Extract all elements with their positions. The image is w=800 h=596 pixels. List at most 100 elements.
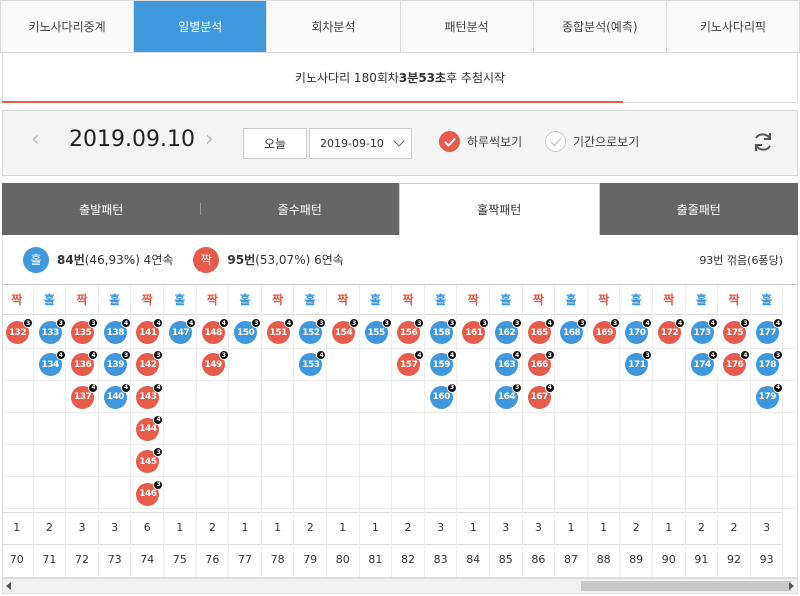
- round-ball[interactable]: 165 4: [527, 318, 555, 344]
- round-ball[interactable]: 147 4: [169, 318, 196, 344]
- round-number: 164: [497, 392, 516, 403]
- streak-count: 3: [750, 512, 783, 542]
- round-ball[interactable]: 144 4: [136, 414, 164, 441]
- column-header: 홀: [490, 285, 522, 315]
- line-count-badge: 3: [153, 479, 164, 490]
- today-button[interactable]: 오늘: [243, 128, 307, 159]
- round-ball[interactable]: 136 4: [71, 350, 99, 377]
- round-number: 162: [497, 327, 516, 338]
- round-ball[interactable]: 149 3: [201, 350, 229, 377]
- pattern-column: 홀 168 3 1 87: [555, 285, 588, 577]
- round-ball[interactable]: 135 3: [71, 318, 99, 344]
- round-number: 133: [41, 327, 59, 338]
- pattern-tab-3[interactable]: 출줄패턴: [600, 183, 799, 235]
- pattern-tab-2[interactable]: 홀짝패턴: [399, 183, 600, 235]
- period-view-option[interactable]: 기간으로보기: [545, 131, 639, 152]
- round-ball[interactable]: 162 3: [495, 318, 522, 344]
- round-ball[interactable]: 143 4: [136, 382, 164, 409]
- round-ball[interactable]: 176 4: [723, 350, 751, 377]
- round-ball[interactable]: 178 3: [755, 350, 783, 377]
- round-ball[interactable]: 132 3: [6, 318, 33, 344]
- round-ball[interactable]: 141 4: [136, 318, 164, 344]
- nav-tab-4[interactable]: 종합분석(예측): [534, 1, 667, 52]
- round-ball[interactable]: 138 4: [103, 318, 131, 344]
- period-view-label: 기간으로보기: [573, 135, 640, 149]
- pattern-column: 짝 132 3 1 70: [3, 285, 34, 577]
- odd-even-summary: 홀 84번 (46,93%) 4연속 짝 95번 (53,07%) 6연속 93…: [2, 235, 798, 284]
- pattern-tab-label: 출발패턴: [79, 202, 124, 217]
- round-ball[interactable]: 137 4: [71, 382, 99, 409]
- round-ball[interactable]: 155 3: [364, 318, 392, 344]
- round-ball[interactable]: 168 3: [560, 318, 588, 344]
- round-ball[interactable]: 171 3: [625, 350, 653, 377]
- round-ball[interactable]: 154 3: [332, 318, 359, 344]
- round-ball[interactable]: 174 4: [690, 350, 718, 377]
- date-select[interactable]: 2019-09-10: [309, 128, 412, 159]
- next-date-arrow-icon[interactable]: ›: [205, 129, 214, 151]
- round-ball[interactable]: 140 4: [103, 382, 131, 409]
- round-ball[interactable]: 150 3: [234, 318, 262, 344]
- round-ball[interactable]: 156 3: [397, 318, 425, 344]
- round-ball[interactable]: 170 4: [625, 318, 653, 344]
- round-ball[interactable]: 142 3: [136, 350, 164, 377]
- line-count-badge: 3: [120, 350, 131, 361]
- line-count-badge: 4: [283, 318, 294, 328]
- round-ball[interactable]: 177 4: [755, 318, 783, 344]
- column-index: 86: [522, 544, 555, 574]
- line-count-badge: 4: [512, 350, 522, 361]
- round-number: 148: [204, 327, 222, 338]
- daily-view-option[interactable]: 하루씩보기: [439, 131, 522, 152]
- round-ball[interactable]: 175 3: [723, 318, 751, 344]
- round-ball[interactable]: 173 4: [690, 318, 718, 344]
- round-ball[interactable]: 164 3: [495, 382, 522, 409]
- round-ball[interactable]: 166 3: [527, 350, 555, 377]
- round-ball[interactable]: 153 4: [299, 350, 327, 377]
- nav-tab-5[interactable]: 키노사다리픽: [667, 1, 799, 52]
- round-ball[interactable]: 163 4: [495, 350, 522, 377]
- round-ball[interactable]: 167 4: [527, 382, 555, 409]
- scroll-right-icon[interactable]: [789, 582, 794, 590]
- round-ball[interactable]: 146 3: [136, 479, 164, 506]
- countdown-progress-bar: [2, 101, 623, 103]
- odd-even-pattern-grid[interactable]: 짝 132 3 1 70 홀 133 3 134 4 2 71 짝 135 3 136 4 137 4 3 72 홀 138…: [2, 284, 798, 578]
- current-date: 2019.09.10: [69, 127, 195, 152]
- chevron-down-icon: [393, 135, 405, 147]
- round-ball[interactable]: 172 4: [658, 318, 685, 344]
- round-number: 174: [693, 359, 711, 370]
- column-header: 홀: [98, 285, 131, 315]
- nav-tab-1[interactable]: 일별분석: [134, 1, 268, 52]
- pattern-column: 짝 156 3 157 4 2 82: [392, 285, 425, 577]
- even-count: 95번: [227, 253, 256, 267]
- scrollbar-thumb[interactable]: [581, 581, 791, 591]
- refresh-icon[interactable]: [751, 130, 775, 154]
- round-ball[interactable]: 133 3: [38, 318, 66, 344]
- notice-seconds: 53초: [418, 71, 447, 85]
- round-ball[interactable]: 169 3: [592, 318, 620, 344]
- round-ball[interactable]: 152 3: [299, 318, 327, 344]
- round-ball[interactable]: 161 3: [462, 318, 490, 344]
- round-ball[interactable]: 145 3: [136, 447, 164, 474]
- round-ball[interactable]: 158 3: [429, 318, 457, 344]
- round-ball[interactable]: 159 4: [429, 350, 457, 377]
- pattern-tab-1[interactable]: 줄수패턴: [201, 183, 400, 235]
- round-ball[interactable]: 157 4: [397, 350, 425, 377]
- pattern-tab-0[interactable]: 출발패턴: [2, 183, 201, 235]
- round-ball[interactable]: 160 3: [429, 382, 457, 409]
- line-count-badge: 3: [642, 350, 653, 361]
- streak-count: 2: [33, 512, 66, 542]
- round-ball[interactable]: 139 3: [103, 350, 131, 377]
- prev-date-arrow-icon[interactable]: ‹: [31, 129, 40, 151]
- round-ball[interactable]: 134 4: [38, 350, 66, 377]
- column-index: 73: [98, 544, 131, 574]
- round-ball[interactable]: 148 4: [201, 318, 229, 344]
- nav-tab-0[interactable]: 키노사다리중계: [1, 1, 135, 52]
- round-ball[interactable]: 151 4: [266, 318, 294, 344]
- pattern-column: 홀 158 3 159 4 160 3 3 83: [424, 285, 458, 577]
- round-ball[interactable]: 179 4: [755, 382, 783, 409]
- column-header: 짝: [457, 285, 489, 315]
- nav-tab-2[interactable]: 회차분석: [267, 1, 401, 52]
- scroll-left-icon[interactable]: [6, 582, 11, 590]
- nav-tab-3[interactable]: 패턴분석: [401, 1, 534, 52]
- round-number: 163: [497, 359, 516, 370]
- horizontal-scrollbar[interactable]: [2, 578, 798, 594]
